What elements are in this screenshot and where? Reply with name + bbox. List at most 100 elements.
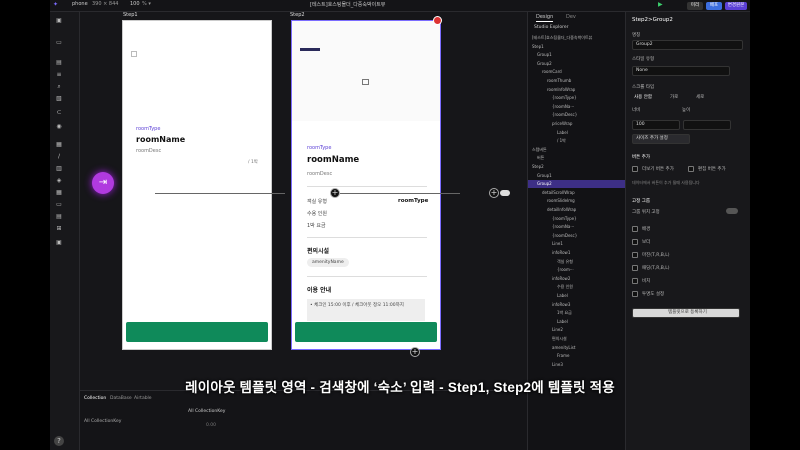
tree-item[interactable]: / 1박 (528, 137, 625, 145)
height-input[interactable] (683, 120, 731, 130)
folder-icon[interactable]: ▭ (55, 40, 63, 46)
step2-green-button[interactable] (295, 322, 437, 342)
app-logo-icon[interactable]: ✦ (53, 1, 58, 8)
collection-detail-item[interactable]: All CollectionKey (188, 409, 225, 414)
tree-item[interactable]: [테스트]호스팅몰더_다중숙박이트뷰 (528, 34, 625, 42)
tree-item[interactable]: Label (528, 292, 625, 300)
tree-item[interactable]: Group1 (528, 51, 625, 59)
width-input[interactable]: 100 (632, 120, 680, 130)
tree-item[interactable]: detailScrollWrap (528, 189, 625, 197)
register-template-button[interactable]: 템플릿으로 등록하기 (632, 308, 740, 318)
style-checkbox[interactable] (632, 265, 638, 271)
help-icon[interactable]: ? (54, 436, 64, 446)
step2-frame[interactable]: roomType roomName roomDesc 객실 유형 roomTyp… (291, 20, 441, 350)
tree-item[interactable]: priceWrap (528, 120, 625, 128)
tree-item[interactable]: 스텝버튼 (528, 146, 625, 154)
tree-item[interactable]: Group1 (528, 172, 625, 180)
layout-icon[interactable]: ▣ (55, 18, 63, 24)
list-icon[interactable]: ▤ (55, 214, 63, 220)
tree-item[interactable]: Group2 (528, 180, 625, 188)
add-step-right-button[interactable]: + (489, 188, 499, 198)
device-size[interactable]: 390 × 844 (92, 1, 118, 7)
video-subtitle: 레이아웃 템플릿 영역 - 검색창에 ‘숙소’ 입력 - Step1, Step… (185, 380, 615, 395)
search-icon[interactable]: ⌕ (55, 84, 63, 90)
play-icon[interactable]: ▶ (658, 1, 663, 8)
radio-horizontal[interactable]: 가로 (670, 94, 678, 100)
step-more-icon[interactable] (500, 190, 510, 196)
radio-none[interactable]: 사용 안함 (634, 94, 652, 100)
grid-icon[interactable]: ▦ (55, 190, 63, 196)
tree-item[interactable]: {room··· (528, 266, 625, 274)
style-checkbox[interactable] (632, 278, 638, 284)
map-icon[interactable]: ▣ (55, 240, 63, 246)
publish-button[interactable]: 배포 (706, 2, 722, 10)
style-checkbox[interactable] (632, 252, 638, 258)
zoom-level[interactable]: 100 (130, 1, 140, 7)
tree-item[interactable]: Frame (528, 352, 625, 360)
edit-button-checkbox[interactable] (688, 166, 694, 172)
tree-item[interactable]: {roomNa··· (528, 223, 625, 231)
tree-item[interactable]: detailInfoWrap (528, 206, 625, 214)
tree-item[interactable]: Line1 (528, 240, 625, 248)
save-button[interactable]: 변경원본 (725, 2, 747, 10)
tree-item[interactable]: {roomType} (528, 94, 625, 102)
tab-collection[interactable]: Collection (84, 396, 106, 401)
link-icon[interactable]: ≡ (55, 72, 63, 78)
tree-item[interactable]: infoRow2 (528, 275, 625, 283)
tree-item[interactable]: 편의시설 (528, 335, 625, 343)
table-icon[interactable]: ▥ (55, 166, 63, 172)
tree-item[interactable]: 객실 유형 (528, 258, 625, 266)
radio-vertical[interactable]: 세로 (696, 94, 704, 100)
tree-item[interactable]: 버튼 (528, 154, 625, 162)
tree-item[interactable]: Line2 (528, 326, 625, 334)
tree-item[interactable]: infoRow1 (528, 249, 625, 257)
tree-item[interactable]: Group2 (528, 60, 625, 68)
pen-icon[interactable]: ∕ (55, 154, 63, 160)
image-icon[interactable]: ▧ (55, 96, 63, 102)
tab-airtable[interactable]: Airtable (134, 396, 152, 401)
tree-item[interactable]: {roomType} (528, 215, 625, 223)
tag-icon[interactable]: ◈ (55, 178, 63, 184)
step1-frame[interactable]: roomType roomName roomDesc / 1박 (122, 20, 272, 350)
tree-item[interactable]: Step2 (528, 163, 625, 171)
style-select[interactable]: None (632, 66, 730, 76)
tree-item[interactable]: Step1 (528, 43, 625, 51)
tree-item[interactable]: {roomDesc} (528, 232, 625, 240)
tree-item[interactable]: Line3 (528, 361, 625, 369)
delete-badge-icon[interactable] (433, 16, 442, 25)
style-checkbox[interactable] (632, 291, 638, 297)
step1-green-button[interactable] (126, 322, 268, 342)
style-checkbox[interactable] (632, 226, 638, 232)
collection-list-item[interactable]: All CollectionKey (84, 419, 121, 424)
window-icon[interactable]: ▭ (55, 202, 63, 208)
style-checkbox[interactable] (632, 239, 638, 245)
tree-item[interactable]: roomInfoWrap (528, 86, 625, 94)
tree-item[interactable]: Label (528, 129, 625, 137)
size-settings-button[interactable]: 사이즈 추가 설정 (632, 134, 690, 144)
tab-design[interactable]: Design (536, 12, 554, 22)
fixed-toggle[interactable] (726, 208, 738, 214)
tree-item[interactable]: Label (528, 318, 625, 326)
tree-item[interactable]: {roomNa··· (528, 103, 625, 111)
device-select[interactable]: phone (72, 1, 88, 7)
add-step-button[interactable]: + (330, 188, 340, 198)
text-field-icon[interactable]: ▤ (55, 60, 63, 66)
tree-item[interactable]: roomCard (528, 68, 625, 76)
tree-item[interactable]: 1박 요금 (528, 309, 625, 317)
tree-item[interactable]: roomSlideImg (528, 197, 625, 205)
tab-dev[interactable]: Dev (566, 12, 576, 22)
tree-item[interactable]: infoRow3 (528, 301, 625, 309)
tree-item[interactable]: roomThumb (528, 77, 625, 85)
tree-item[interactable]: 수용 인원 (528, 283, 625, 291)
more-button-checkbox[interactable] (632, 166, 638, 172)
calendar-icon[interactable]: ▦ (55, 142, 63, 148)
radio-icon[interactable]: ◉ (55, 124, 63, 130)
tree-item[interactable]: {roomDesc} (528, 111, 625, 119)
name-input[interactable]: Group2 (632, 40, 743, 50)
tab-database[interactable]: DataBase (110, 396, 132, 401)
settings-icon[interactable]: ⊞ (55, 226, 63, 232)
add-below-button[interactable]: + (410, 347, 420, 357)
preview-button[interactable]: 미리 (687, 2, 703, 10)
tree-item[interactable]: amenityList (528, 344, 625, 352)
chain-icon[interactable]: ⊂ (55, 110, 63, 116)
